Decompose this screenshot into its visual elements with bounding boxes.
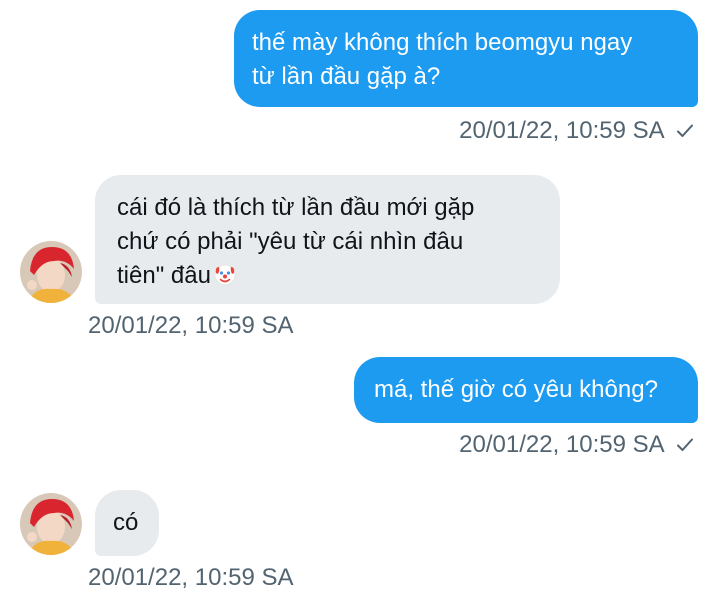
message-line: chứ có phải "yêu từ cái nhìn đâu — [117, 228, 464, 255]
outgoing-message-bubble[interactable]: má, thế giờ có yêu không? — [354, 357, 698, 423]
avatar[interactable] — [20, 241, 82, 303]
message-line: cái đó là thích từ lần đầu mới gặp — [117, 194, 475, 221]
message-line: thế mày không thích beomgyu ngay — [252, 29, 633, 56]
outgoing-message-bubble[interactable]: thế mày không thích beomgyu ngay từ lần … — [234, 10, 698, 107]
message-line: má, thế giờ có yêu không? — [374, 376, 658, 403]
message-line: tiên" đâu — [117, 262, 211, 289]
message-timestamp-row: 20/01/22, 10:59 SA — [459, 116, 694, 147]
message-timestamp-row: 20/01/22, 10:59 SA — [459, 430, 694, 461]
incoming-message-bubble[interactable]: có — [95, 490, 159, 556]
avatar[interactable] — [20, 493, 82, 555]
message-timestamp: 20/01/22, 10:59 SA — [459, 431, 664, 458]
message-line: có — [113, 509, 139, 536]
message-timestamp: 20/01/22, 10:59 SA — [459, 117, 664, 144]
clown-face-emoji — [214, 262, 236, 286]
message-timestamp: 20/01/22, 10:59 SA — [88, 564, 294, 591]
check-icon — [676, 431, 694, 461]
check-icon — [676, 117, 694, 147]
incoming-message-bubble[interactable]: cái đó là thích từ lần đầu mới gặp chứ c… — [95, 175, 560, 304]
message-line: từ lần đầu gặp à? — [252, 63, 441, 90]
message-timestamp: 20/01/22, 10:59 SA — [88, 312, 294, 339]
dm-conversation: thế mày không thích beomgyu ngay từ lần … — [0, 0, 720, 601]
message-line-with-emoji: tiên" đâu — [117, 259, 540, 293]
